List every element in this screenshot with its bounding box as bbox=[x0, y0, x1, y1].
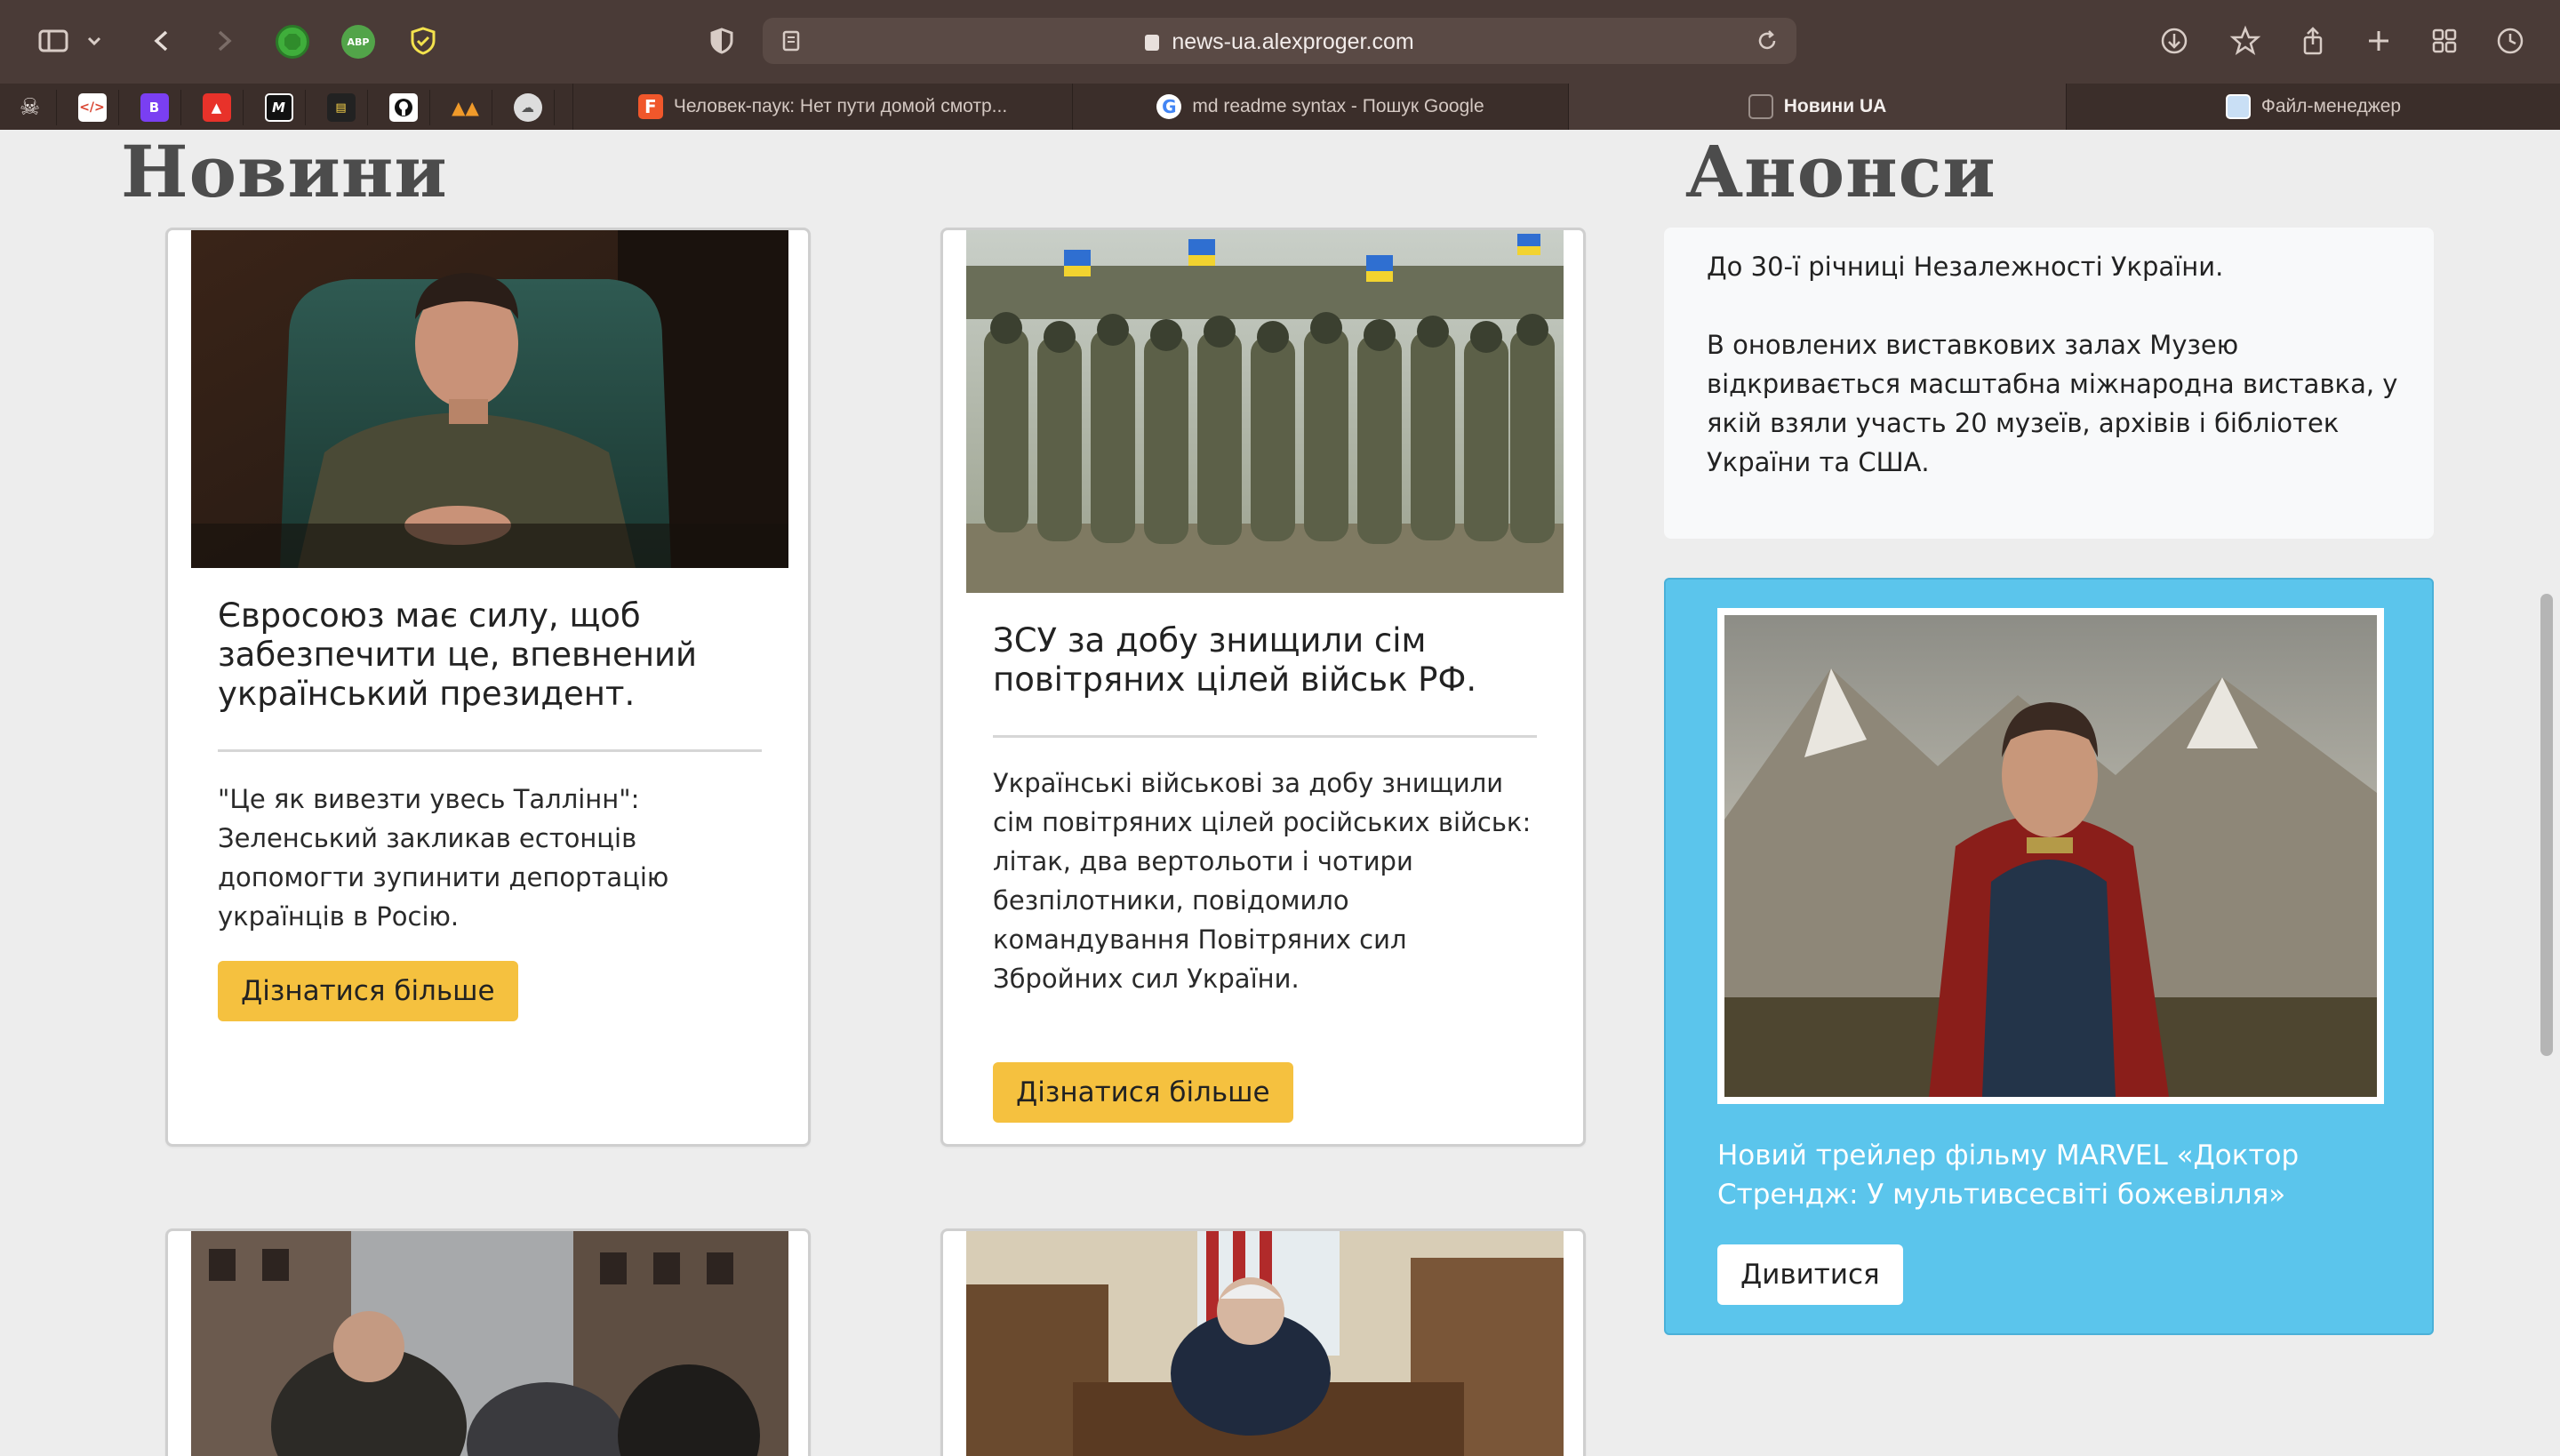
news-card-divider bbox=[993, 735, 1537, 738]
forward-icon[interactable] bbox=[206, 23, 242, 59]
web-page: Новини Анонси Євросоюз має силу, щоб заб… bbox=[0, 130, 2560, 1456]
extension-abp-icon[interactable]: ABP bbox=[341, 25, 375, 59]
president-photo bbox=[191, 230, 788, 568]
m-app-icon: M bbox=[264, 93, 293, 122]
news-heading: Новини bbox=[121, 130, 448, 213]
tab-file-manager[interactable]: Файл-менеджер bbox=[2066, 84, 2560, 130]
pinned-tab-bootstrap[interactable]: B bbox=[128, 90, 181, 125]
skull-icon: ☠ bbox=[19, 94, 41, 121]
movie-promo-card: Новий трейлер фільму MARVEL «Доктор Стре… bbox=[1664, 578, 2434, 1335]
pinned-tab-mountain[interactable]: ▲▲ bbox=[439, 90, 492, 125]
tab-strip: ☠ </> B ▲ M ▤ ▲▲ ☁ F Человек-паук: Нет п… bbox=[0, 84, 2560, 130]
url-text: news-ua.alexproger.com bbox=[763, 29, 1796, 55]
chevron-down-icon[interactable] bbox=[84, 23, 105, 59]
pinned-tab-film[interactable]: ▤ bbox=[315, 90, 368, 125]
news-card: ЗСУ за добу знищили сім повітряних цілей… bbox=[940, 228, 1586, 1147]
shield-check-icon[interactable] bbox=[405, 23, 441, 59]
mountain-icon: ▲▲ bbox=[452, 97, 479, 118]
address-bar[interactable]: news-ua.alexproger.com bbox=[763, 18, 1796, 64]
announcement-line-1: До 30-ї річниці Незалежності України. bbox=[1707, 252, 2224, 282]
github-icon bbox=[388, 93, 418, 122]
read-more-button[interactable]: Дізнатися більше bbox=[218, 961, 518, 1021]
google-icon: G bbox=[1156, 94, 1182, 119]
announcements-heading: Анонси bbox=[1685, 130, 1996, 213]
tab-google-search[interactable]: G md readme syntax - Пошук Google bbox=[1072, 84, 1568, 130]
announcement-line-2: В оновлених виставкових залах Музею відк… bbox=[1707, 330, 2398, 477]
pinned-tab-red[interactable]: ▲ bbox=[190, 90, 244, 125]
tab-overview-icon[interactable] bbox=[2427, 23, 2462, 59]
page-scrollbar[interactable] bbox=[2540, 594, 2553, 1056]
monitor-icon bbox=[1748, 94, 1773, 119]
cloud-icon: ☁ bbox=[513, 93, 542, 122]
f-site-icon: F bbox=[637, 94, 663, 119]
watch-button[interactable]: Дивитися bbox=[1717, 1244, 1903, 1305]
film-icon: ▤ bbox=[326, 93, 356, 122]
sidebar-toggle-icon[interactable] bbox=[36, 23, 71, 59]
back-icon[interactable] bbox=[144, 23, 180, 59]
reload-icon[interactable] bbox=[1749, 23, 1785, 59]
pinned-tab-cloud[interactable]: ☁ bbox=[501, 90, 555, 125]
code-icon: </> bbox=[77, 93, 107, 122]
file-manager-icon bbox=[2225, 94, 2251, 119]
pinned-tab-skull[interactable]: ☠ bbox=[4, 90, 57, 125]
read-more-button[interactable]: Дізнатися більше bbox=[993, 1062, 1293, 1123]
tab-novyny-ua[interactable]: Новини UA bbox=[1568, 84, 2066, 130]
lock-icon bbox=[1145, 35, 1160, 51]
pinned-tab-github[interactable] bbox=[377, 90, 430, 125]
star-icon[interactable] bbox=[2228, 23, 2263, 59]
news-card-text: "Це як вивезти увесь Таллінн": Зеленськи… bbox=[218, 784, 669, 932]
share-icon[interactable] bbox=[2295, 23, 2331, 59]
bootstrap-icon: B bbox=[140, 93, 169, 122]
movie-promo-title: Новий трейлер фільму MARVEL «Доктор Стре… bbox=[1717, 1140, 2300, 1211]
browser-toolbar: ABP news-ua.alexproger.com bbox=[0, 0, 2560, 84]
news-card: Євросоюз має силу, щоб забезпечити це, в… bbox=[165, 228, 811, 1147]
soldiers-photo bbox=[966, 230, 1564, 593]
movie-poster bbox=[1717, 608, 2384, 1104]
news-card-divider bbox=[218, 749, 762, 752]
tab-spiderman[interactable]: F Человек-паук: Нет пути домой смотр... bbox=[572, 84, 1072, 130]
privacy-shield-icon[interactable] bbox=[704, 23, 740, 59]
news-card-title: ЗСУ за добу знищили сім повітряних цілей… bbox=[993, 621, 1477, 699]
pinned-tab-m[interactable]: M bbox=[252, 90, 306, 125]
history-icon[interactable] bbox=[2492, 23, 2528, 59]
pinned-tab-code[interactable]: </> bbox=[66, 90, 119, 125]
news-card bbox=[165, 1228, 811, 1456]
downloads-icon[interactable] bbox=[2156, 23, 2192, 59]
announcement-box: До 30-ї річниці Незалежності України. В … bbox=[1664, 228, 2434, 539]
news-card-title: Євросоюз має силу, щоб забезпечити це, в… bbox=[218, 596, 698, 713]
red-app-icon: ▲ bbox=[202, 93, 231, 122]
extension-adblock-icon[interactable] bbox=[276, 25, 309, 59]
news-card bbox=[940, 1228, 1586, 1456]
new-tab-icon[interactable] bbox=[2361, 23, 2396, 59]
news-card-text: Українські військові за добу знищили сім… bbox=[993, 768, 1532, 994]
ruins-photo bbox=[191, 1231, 788, 1456]
office-photo bbox=[966, 1231, 1564, 1456]
